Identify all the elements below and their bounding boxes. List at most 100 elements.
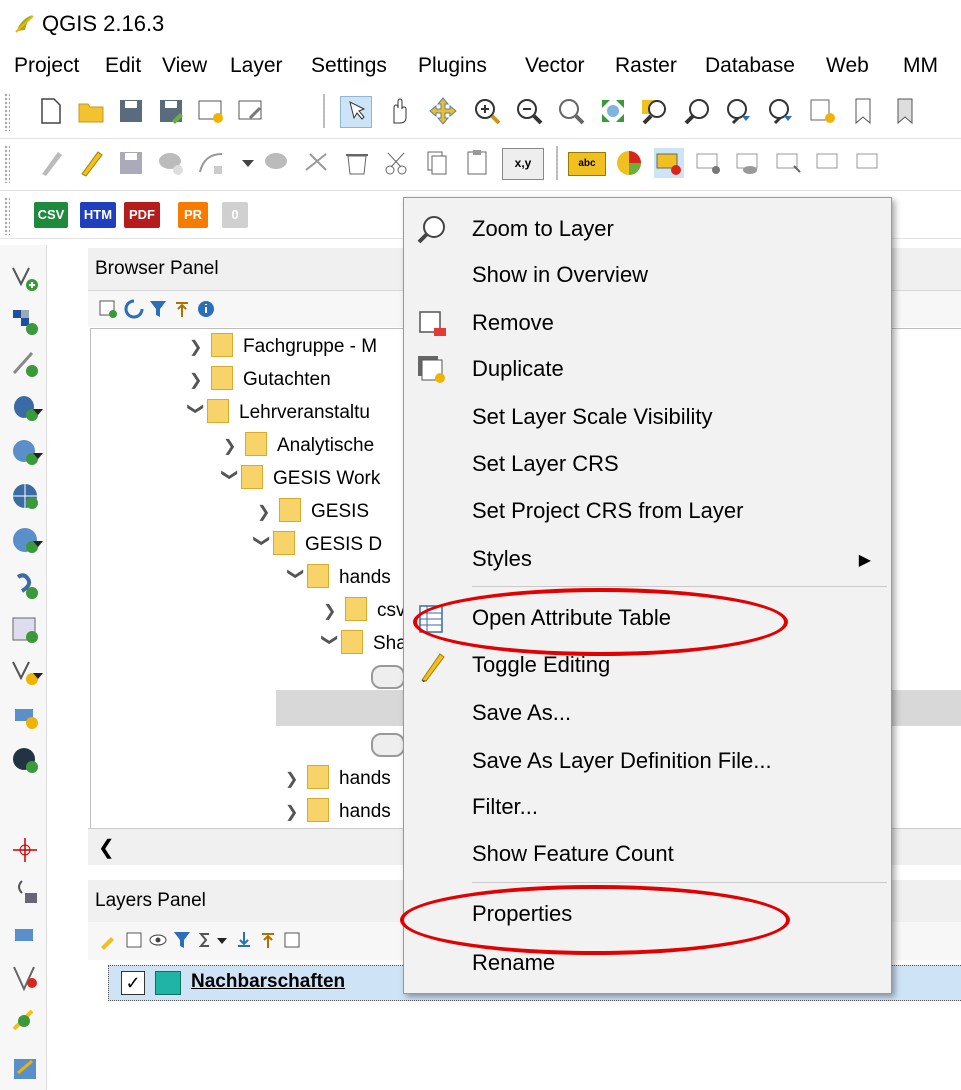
toolbar-grip[interactable] <box>4 145 10 183</box>
collapse-all-icon[interactable] <box>258 930 278 950</box>
zoom-last-icon[interactable] <box>724 96 754 126</box>
menu-item-save-as[interactable]: Save As... <box>404 690 891 736</box>
plugin-layer-icon[interactable] <box>10 701 40 731</box>
add-virtual-layer-icon[interactable] <box>10 615 40 645</box>
menu-item-remove[interactable]: Remove <box>404 300 891 346</box>
chevron-down-icon[interactable]: ❯ <box>252 534 272 556</box>
tree-item[interactable]: ❯ hands <box>285 765 391 800</box>
menu-item-duplicate[interactable]: Duplicate <box>404 346 891 392</box>
chevron-right-icon[interactable]: ❯ <box>285 802 307 822</box>
zoom-in-icon[interactable] <box>472 96 502 126</box>
tree-item[interactable]: ❯ Lehrveranstaltu <box>185 399 370 434</box>
save-project-icon[interactable] <box>116 96 146 126</box>
tree-item[interactable]: ❯ GESIS Work <box>219 465 380 500</box>
add-python-layer-icon[interactable] <box>10 571 40 601</box>
pan-to-selection-icon[interactable] <box>428 96 458 126</box>
add-wms-layer-icon[interactable] <box>10 481 40 511</box>
tree-item[interactable]: ❯ GESIS D <box>251 531 382 566</box>
plugin-tool-icon[interactable] <box>10 921 40 951</box>
composer-manager-icon[interactable] <box>236 96 266 126</box>
current-edits-icon[interactable] <box>36 148 66 178</box>
chevron-down-icon[interactable]: ❯ <box>286 567 306 589</box>
scroll-left-icon[interactable]: ❮ <box>98 835 115 860</box>
menu-web[interactable]: Web <box>826 54 869 78</box>
zoom-out-icon[interactable] <box>514 96 544 126</box>
menu-edit[interactable]: Edit <box>105 54 141 78</box>
new-map-view-icon[interactable] <box>808 96 838 126</box>
toolbar-grip[interactable] <box>4 197 10 235</box>
menu-project[interactable]: Project <box>14 54 79 78</box>
refresh-icon[interactable] <box>124 299 144 319</box>
chevron-down-icon[interactable]: ❯ <box>220 468 240 490</box>
dropdown-arrow-icon[interactable] <box>216 930 228 950</box>
delete-selected-icon[interactable] <box>342 148 372 178</box>
chevron-down-icon[interactable]: ❯ <box>320 633 340 655</box>
tree-item[interactable]: ❯ Sha <box>319 630 407 665</box>
pdf-export-button[interactable]: PDF <box>124 202 160 228</box>
menu-vector[interactable]: Vector <box>525 54 585 78</box>
zoom-native-resolution-icon[interactable] <box>556 96 586 126</box>
tree-item[interactable]: ❯ GESIS <box>257 498 369 533</box>
menu-view[interactable]: View <box>162 54 207 78</box>
menu-layer[interactable]: Layer <box>230 54 283 78</box>
diagram-icon[interactable] <box>614 148 644 178</box>
toolbar-grip[interactable] <box>4 93 10 131</box>
tree-item[interactable]: ❯ csv <box>323 597 406 632</box>
rotate-label-icon[interactable] <box>814 148 844 178</box>
zoom-to-layer-icon[interactable] <box>682 96 712 126</box>
chevron-right-icon[interactable]: ❯ <box>323 601 345 621</box>
menu-raster[interactable]: Raster <box>615 54 677 78</box>
menu-settings[interactable]: Settings <box>311 54 387 78</box>
chevron-down-icon[interactable]: ❯ <box>186 402 206 424</box>
htm-export-button[interactable]: HTM <box>80 202 116 228</box>
geometry-checker-icon[interactable] <box>10 1007 40 1037</box>
tree-item[interactable]: ❯ hands <box>285 564 391 599</box>
paste-features-icon[interactable] <box>462 148 492 178</box>
toggle-editing-pencil-icon[interactable] <box>76 148 106 178</box>
new-project-icon[interactable] <box>36 96 66 126</box>
dropdown-arrow-icon[interactable] <box>32 529 44 559</box>
zoom-full-icon[interactable] <box>598 96 628 126</box>
zoom-to-selection-icon[interactable] <box>640 96 670 126</box>
change-label-icon[interactable] <box>854 148 884 178</box>
save-as-icon[interactable] <box>156 96 186 126</box>
eye-icon[interactable] <box>148 930 168 950</box>
chevron-right-icon[interactable]: ❯ <box>189 337 211 357</box>
show-bookmarks-icon[interactable] <box>892 96 922 126</box>
gps-tool-icon[interactable] <box>10 877 40 907</box>
expand-all-icon[interactable] <box>234 930 254 950</box>
rotate-feature-icon[interactable] <box>302 148 332 178</box>
collapse-all-icon[interactable] <box>172 299 192 319</box>
chevron-right-icon[interactable]: ❯ <box>223 436 245 456</box>
style-brush-icon[interactable] <box>98 930 118 950</box>
chevron-right-icon[interactable]: ❯ <box>257 502 279 522</box>
tree-item[interactable]: ❯ Analytische <box>223 432 374 467</box>
expression-filter-icon[interactable] <box>196 930 216 950</box>
new-bookmark-icon[interactable] <box>850 96 880 126</box>
menu-item-set-project-crs[interactable]: Set Project CRS from Layer <box>404 488 891 534</box>
filter-icon[interactable] <box>172 930 192 950</box>
xy-coordinate-tool[interactable]: x,y <box>502 148 544 180</box>
menu-item-zoom-to-layer[interactable]: Zoom to Layer <box>404 206 891 252</box>
menu-item-filter[interactable]: Filter... <box>404 784 891 830</box>
menu-plugins[interactable]: Plugins <box>418 54 487 78</box>
add-group-icon[interactable] <box>124 930 144 950</box>
node-tool-icon[interactable] <box>196 148 226 178</box>
menu-database[interactable]: Database <box>705 54 795 78</box>
menu-item-styles[interactable]: Styles ▶ <box>404 536 891 582</box>
layer-visibility-checkbox[interactable]: ✓ <box>121 971 145 995</box>
add-raster-layer-icon[interactable] <box>10 307 40 337</box>
chevron-right-icon[interactable]: ❯ <box>189 370 211 390</box>
move-label-icon[interactable] <box>774 148 804 178</box>
shapefile-item[interactable] <box>371 733 405 766</box>
info-icon[interactable] <box>196 299 216 319</box>
pan-map-icon[interactable] <box>384 96 414 126</box>
move-feature-icon[interactable] <box>262 148 292 178</box>
show-hide-labels-icon[interactable] <box>734 148 764 178</box>
add-selected-layers-icon[interactable] <box>98 299 118 319</box>
tree-item[interactable]: ❯ Gutachten <box>189 366 331 401</box>
zero-button[interactable]: 0 <box>222 202 248 228</box>
chevron-right-icon[interactable]: ❯ <box>285 769 307 789</box>
pan-selection-icon[interactable] <box>340 96 372 128</box>
pin-labels-icon[interactable] <box>694 148 724 178</box>
